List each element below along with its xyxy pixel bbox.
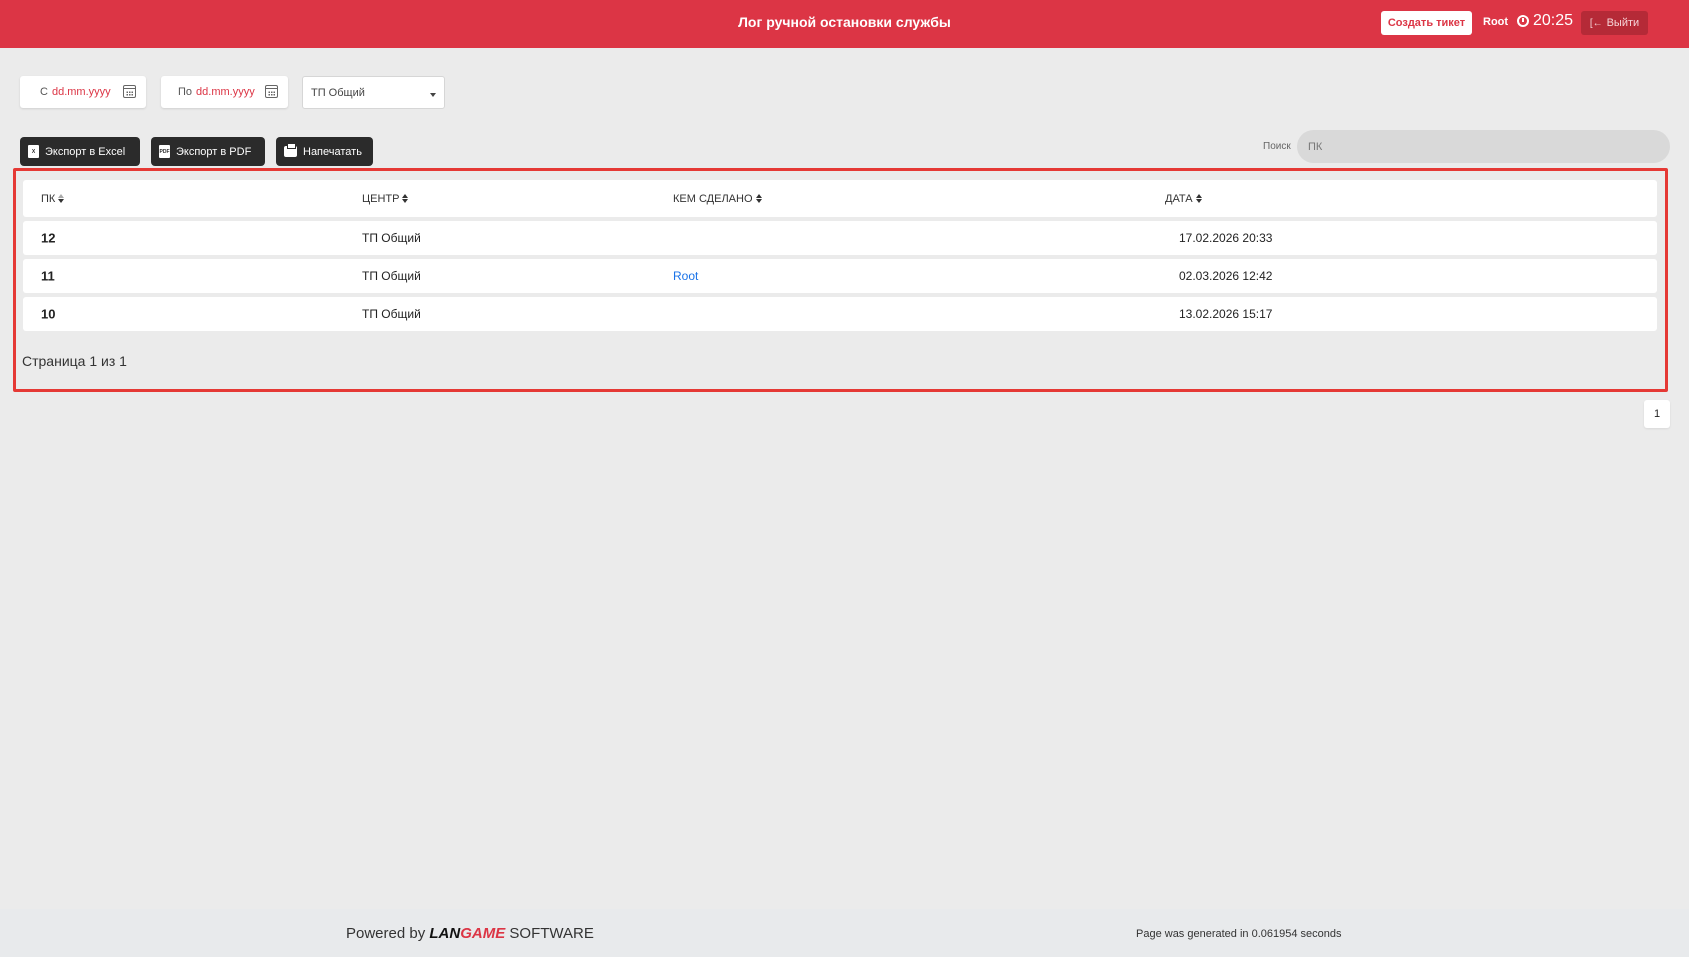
cell-pk: 11 — [41, 268, 55, 284]
clock: 20:25 — [1517, 12, 1573, 30]
cell-date: 02.03.2026 12:42 — [1179, 269, 1273, 283]
date-from-picker[interactable]: С dd.mm.yyyy — [20, 76, 146, 108]
table-row: 12 ТП Общий 17.02.2026 20:33 — [23, 221, 1657, 255]
column-header-pk[interactable]: ПК — [41, 193, 65, 205]
current-user-link[interactable]: Root — [1483, 16, 1508, 28]
print-button[interactable]: Напечатать — [276, 137, 373, 166]
clock-time: 20:25 — [1533, 12, 1574, 29]
date-to-value[interactable]: dd.mm.yyyy — [196, 86, 255, 98]
log-table-container: ПК ЦЕНТР КЕМ СДЕЛАНО ДАТА 12 ТП Общий 17… — [13, 168, 1668, 392]
caret-down-icon — [430, 93, 436, 97]
center-select-value: ТП Общий — [311, 86, 365, 99]
cell-date: 13.02.2026 15:17 — [1179, 307, 1273, 321]
search-label: Поиск — [1263, 141, 1291, 152]
logout-icon: [← — [1589, 17, 1603, 29]
date-from-label: С — [40, 86, 48, 98]
footer: Powered by LANGAME SOFTWARE Page was gen… — [0, 909, 1689, 957]
export-excel-button[interactable]: X Экспорт в Excel — [20, 137, 140, 166]
date-to-picker[interactable]: По dd.mm.yyyy — [161, 76, 288, 108]
table-header-row: ПК ЦЕНТР КЕМ СДЕЛАНО ДАТА — [23, 180, 1657, 217]
export-excel-label: Экспорт в Excel — [45, 145, 126, 158]
brand-suffix: SOFTWARE — [509, 925, 594, 942]
cell-pk: 12 — [41, 230, 56, 246]
date-from-value[interactable]: dd.mm.yyyy — [52, 86, 111, 98]
powered-by: Powered by LANGAME SOFTWARE — [346, 925, 594, 942]
column-header-center[interactable]: ЦЕНТР — [362, 193, 409, 205]
search-input[interactable] — [1297, 130, 1670, 163]
clock-icon — [1517, 15, 1529, 27]
excel-file-icon: X — [28, 145, 39, 158]
sort-icon — [1195, 193, 1202, 203]
column-header-done-by[interactable]: КЕМ СДЕЛАНО — [673, 193, 762, 205]
cell-center: ТП Общий — [362, 231, 421, 245]
calendar-icon[interactable] — [123, 85, 136, 98]
pagination-page-1[interactable]: 1 — [1644, 400, 1670, 428]
table-row: 10 ТП Общий 13.02.2026 15:17 — [23, 297, 1657, 331]
sort-icon — [58, 193, 65, 203]
page-info: Страница 1 из 1 — [22, 353, 127, 369]
print-icon — [284, 143, 297, 157]
cell-done-by-link[interactable]: Root — [673, 269, 698, 283]
create-ticket-button[interactable]: Создать тикет — [1381, 11, 1472, 35]
calendar-icon[interactable] — [265, 85, 278, 98]
sort-icon — [755, 193, 762, 203]
print-label: Напечатать — [303, 145, 362, 158]
pdf-file-icon: PDF — [159, 145, 170, 158]
logout-button[interactable]: [← Выйти — [1581, 11, 1648, 35]
cell-pk: 10 — [41, 306, 56, 322]
table-row: 11 ТП Общий Root 02.03.2026 12:42 — [23, 259, 1657, 293]
center-select[interactable]: ТП Общий — [302, 76, 445, 109]
export-pdf-button[interactable]: PDF Экспорт в PDF — [151, 137, 265, 166]
brand-logo: LANGAME — [429, 925, 506, 942]
logout-label: Выйти — [1606, 17, 1640, 29]
cell-center: ТП Общий — [362, 269, 421, 283]
cell-date: 17.02.2026 20:33 — [1179, 231, 1273, 245]
top-header-bar: Лог ручной остановки службы Создать тике… — [0, 0, 1689, 48]
date-to-label: По — [178, 86, 193, 98]
export-pdf-label: Экспорт в PDF — [176, 145, 252, 158]
column-header-date[interactable]: ДАТА — [1165, 193, 1202, 205]
cell-center: ТП Общий — [362, 307, 421, 321]
powered-prefix: Powered by — [346, 925, 426, 942]
generation-time: Page was generated in 0.061954 seconds — [1136, 928, 1342, 940]
sort-icon — [402, 193, 409, 203]
